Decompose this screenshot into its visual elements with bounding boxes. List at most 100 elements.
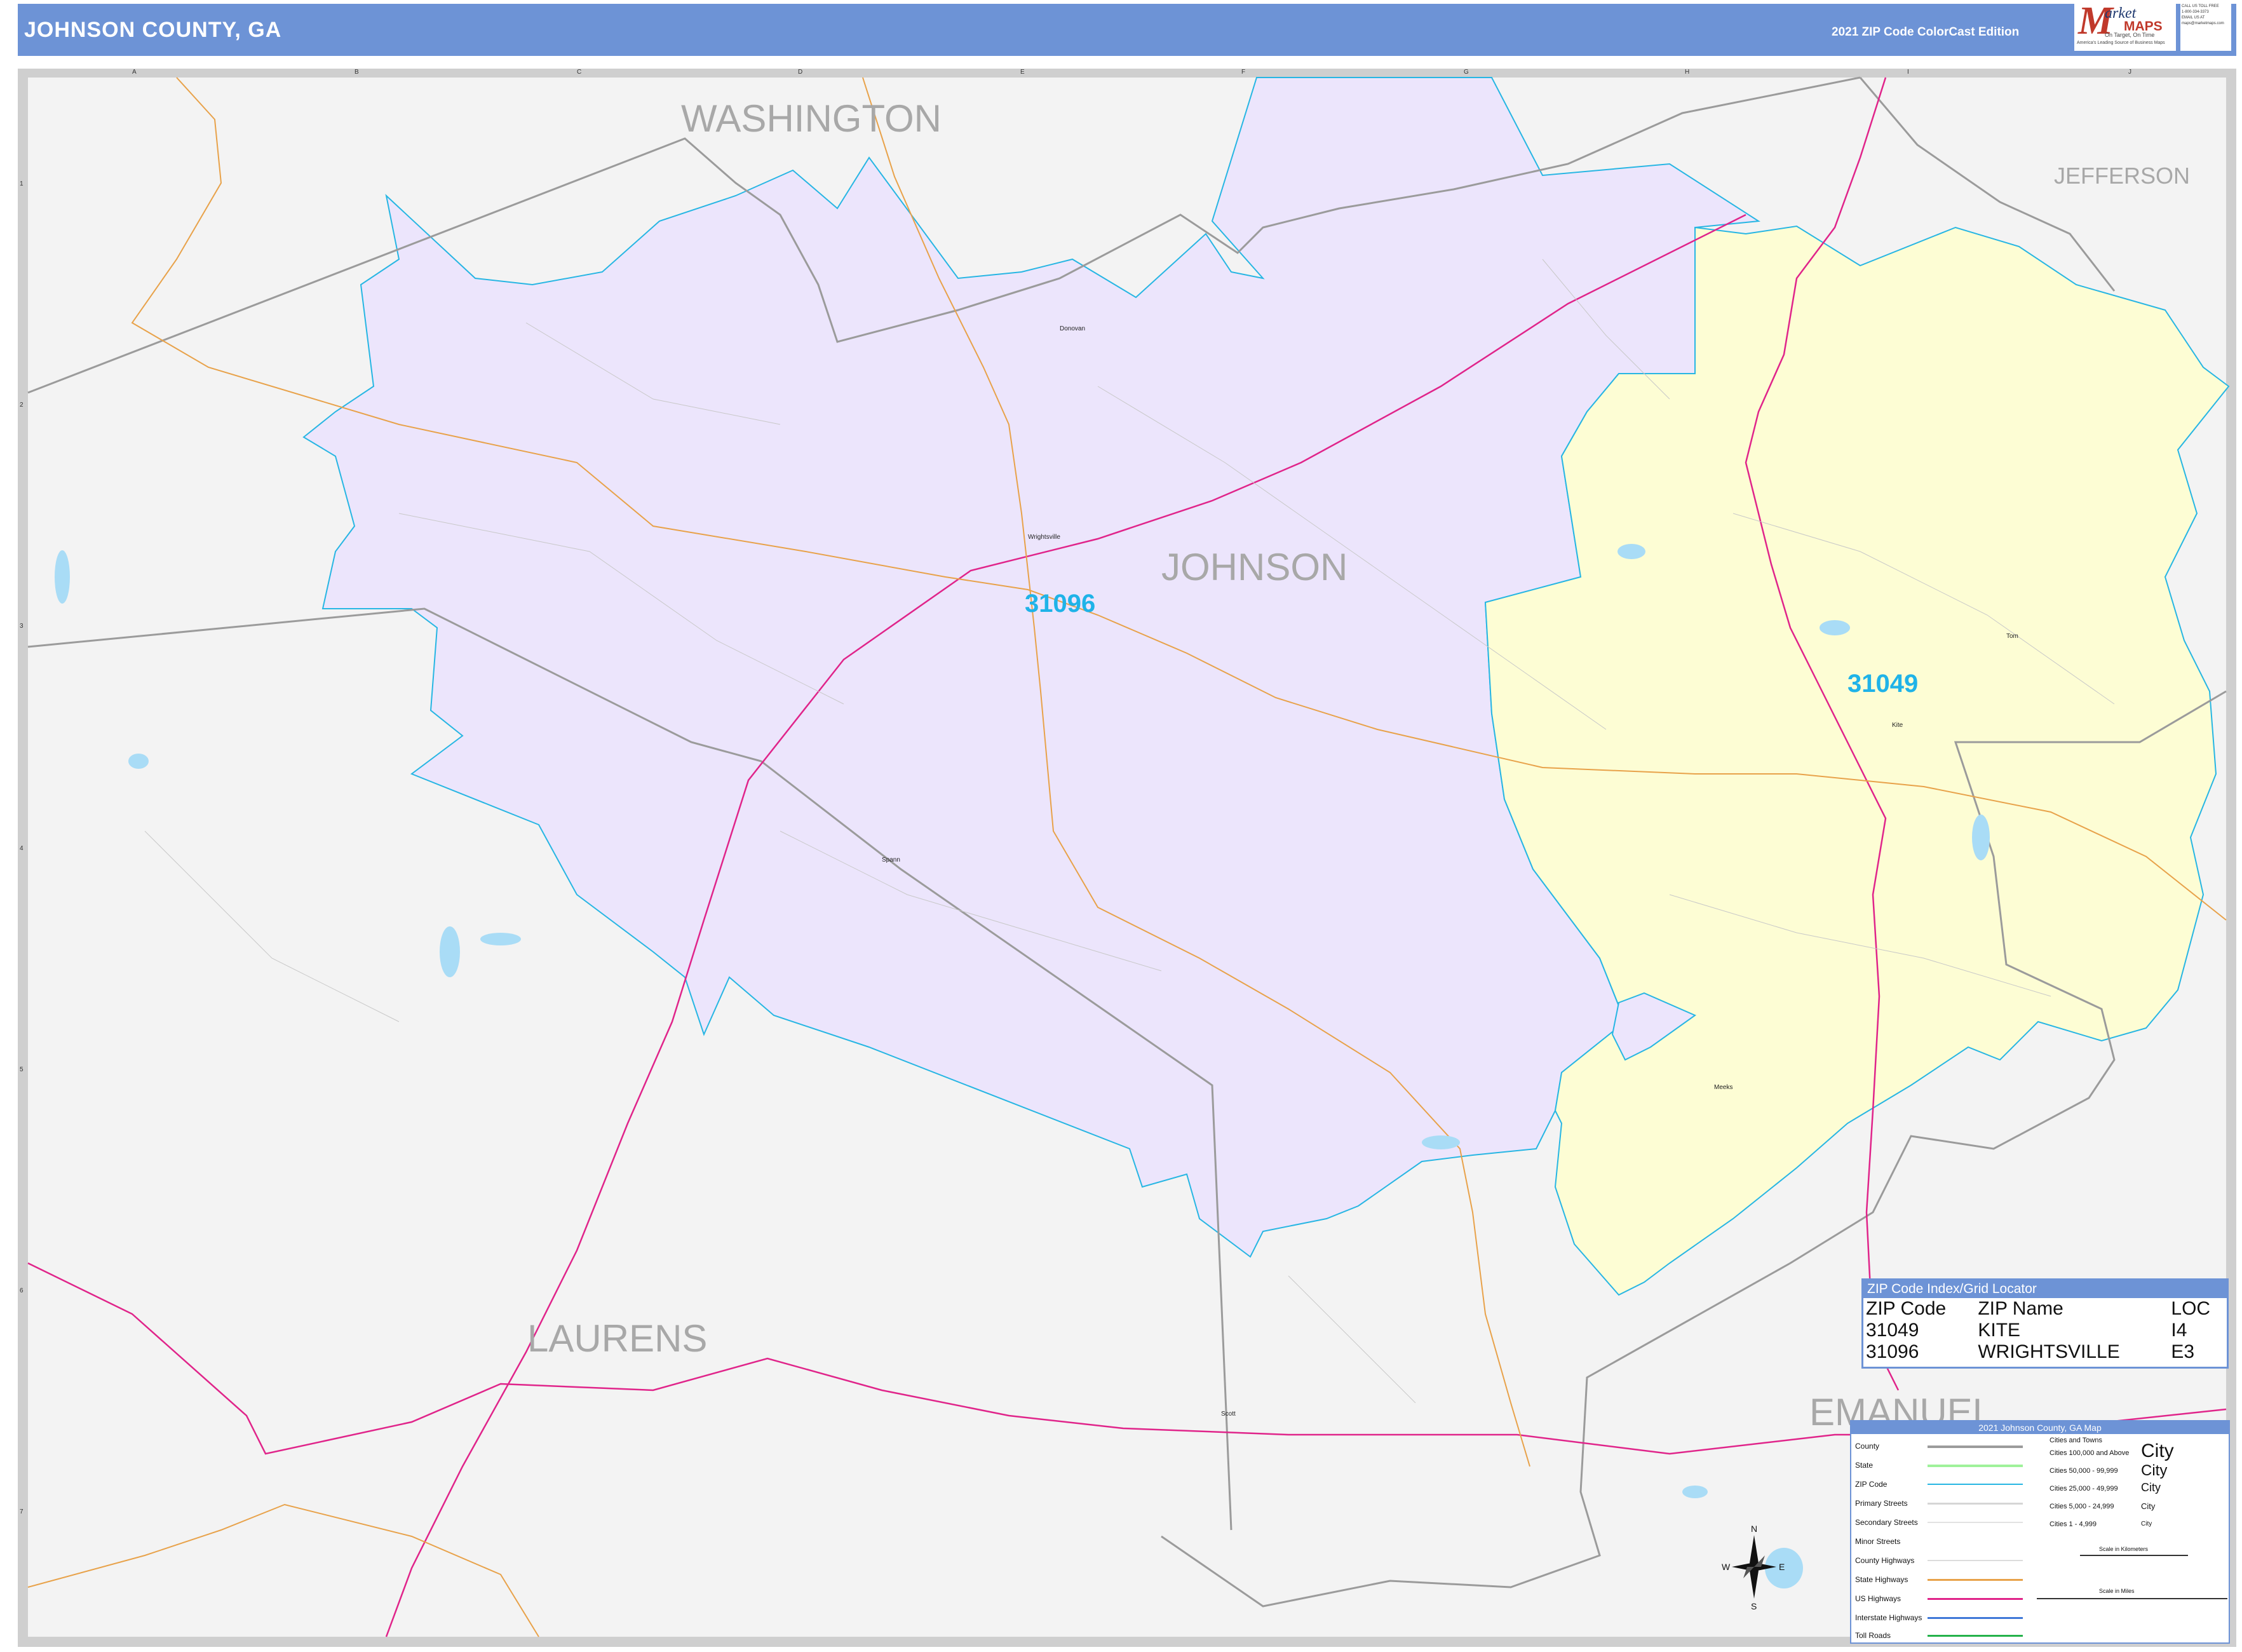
map-legend: 2021 Johnson County, GA Map County State…	[1850, 1420, 2230, 1644]
grid-col-j: J	[2128, 69, 2131, 76]
legend-cities-header: Cities and Towns	[2050, 1437, 2102, 1444]
edition-label: 2021 ZIP Code ColorCast Edition	[1832, 25, 2020, 39]
table-header-row: ZIP Code ZIP Name LOC	[1863, 1298, 2227, 1320]
legend-scale-km: Scale in Kilometers	[2099, 1546, 2149, 1552]
legend-city-sample: City	[2141, 1520, 2152, 1527]
legend-county-hwy: County Highways	[1855, 1556, 1915, 1565]
legend-zip: ZIP Code	[1855, 1480, 1887, 1489]
table-cell: I4	[2171, 1320, 2187, 1341]
table-header-cell: ZIP Code	[1866, 1298, 1947, 1319]
logo-tagline: On Target, On Time	[2105, 32, 2155, 38]
legend-county-swatch	[1928, 1446, 2023, 1448]
table-cell: E3	[2171, 1341, 2195, 1362]
grid-col-a: A	[132, 69, 137, 76]
legend-city-sample: City	[2141, 1462, 2168, 1479]
grid-col-i: I	[1907, 69, 1909, 76]
legend-scale-mi: Scale in Miles	[2099, 1588, 2135, 1594]
legend-city-size: Cities 1 - 4,999	[2050, 1520, 2097, 1528]
table-row[interactable]: 31049 KITE I4	[1863, 1320, 2227, 1341]
place-label-tom: Tom	[2006, 633, 2018, 640]
logo-subline: America's Leading Source of Business Map…	[2077, 41, 2165, 45]
legend-city-size: Cities 50,000 - 99,999	[2050, 1467, 2118, 1475]
legend-state: State	[1855, 1461, 1874, 1470]
grid-col-b: B	[355, 69, 359, 76]
place-label-meeks: Meeks	[1714, 1084, 1733, 1091]
legend-minor: Minor Streets	[1855, 1537, 1901, 1546]
zip-index-box: ZIP Code Index/Grid Locator ZIP Code ZIP…	[1861, 1278, 2229, 1369]
table-cell: 31049	[1866, 1320, 1919, 1341]
scale-bar-mi	[2037, 1598, 2227, 1602]
legend-secondary-swatch	[1928, 1522, 2023, 1523]
legend-city-size: Cities 100,000 and Above	[2050, 1449, 2130, 1457]
zip-label-31096[interactable]: 31096	[1025, 590, 1095, 618]
map-frame[interactable]: WASHINGTON JOHNSON JEFFERSON LAURENS EMA…	[18, 69, 2236, 1647]
header-bar: JOHNSON COUNTY, GA 2021 ZIP Code ColorCa…	[18, 4, 2236, 56]
contact-line: 1-800-334-3373	[2182, 10, 2209, 14]
table-cell: 31096	[1866, 1341, 1919, 1362]
legend-us-hwy: US Highways	[1855, 1594, 1901, 1603]
scale-bar-km	[2080, 1555, 2188, 1559]
compass-rose-icon	[1732, 1535, 1776, 1599]
grid-row-5: 5	[20, 1066, 24, 1073]
legend-county: County	[1855, 1442, 1880, 1451]
legend-toll: Toll Roads	[1855, 1631, 1891, 1640]
legend-secondary: Secondary Streets	[1855, 1518, 1918, 1527]
grid-row-3: 3	[20, 623, 24, 630]
market-maps-logo: M arket MAPS On Target, On Time America'…	[2074, 0, 2176, 51]
compass-w: W	[1722, 1562, 1731, 1572]
zip-label-31049[interactable]: 31049	[1847, 670, 1918, 698]
table-header-cell: LOC	[2171, 1298, 2211, 1319]
contact-line: CALL US TOLL FREE	[2182, 4, 2219, 8]
table-cell: WRIGHTSVILLE	[1978, 1341, 2120, 1362]
legend-city-sample: City	[2141, 1440, 2174, 1461]
grid-col-c: C	[577, 69, 582, 76]
legend-interstate: Interstate Highways	[1855, 1613, 1922, 1622]
grid-col-f: F	[1241, 69, 1246, 76]
place-label-donovan: Donovan	[1060, 325, 1086, 332]
map-title: JOHNSON COUNTY, GA	[24, 18, 282, 42]
contact-box: CALL US TOLL FREE 1-800-334-3373 EMAIL U…	[2180, 3, 2231, 51]
zip-index-title: ZIP Code Index/Grid Locator	[1863, 1280, 2227, 1298]
grid-col-h: H	[1685, 69, 1690, 76]
place-label-scott: Scott	[1221, 1411, 1236, 1418]
legend-toll-swatch	[1928, 1635, 2023, 1637]
compass-n: N	[1751, 1524, 1758, 1534]
place-label-kite: Kite	[1892, 722, 1903, 729]
grid-row-4: 4	[20, 845, 24, 852]
compass-rose: N S W E	[1722, 1524, 1785, 1613]
legend-state-swatch	[1928, 1465, 2023, 1467]
legend-state-hwy: State Highways	[1855, 1575, 1908, 1584]
legend-state-hwy-swatch	[1928, 1579, 2023, 1581]
grid-row-1: 1	[20, 180, 24, 187]
place-label-wrightsville: Wrightsville	[1028, 534, 1060, 541]
county-label-laurens: LAURENS	[527, 1317, 708, 1360]
grid-col-e: E	[1020, 69, 1025, 76]
grid-row-2: 2	[20, 402, 24, 409]
table-cell: KITE	[1978, 1320, 2021, 1341]
county-label-jefferson: JEFFERSON	[2054, 163, 2191, 189]
grid-col-d: D	[798, 69, 803, 76]
legend-us-hwy-swatch	[1928, 1598, 2023, 1600]
map-page: JOHNSON COUNTY, GA 2021 ZIP Code ColorCa…	[0, 0, 2242, 1652]
county-label-johnson: JOHNSON	[1161, 546, 1348, 588]
table-row[interactable]: 31096 WRIGHTSVILLE E3	[1863, 1341, 2227, 1363]
legend-primary: Primary Streets	[1855, 1499, 1908, 1508]
legend-title: 2021 Johnson County, GA Map	[1851, 1421, 2229, 1434]
legend-primary-swatch	[1928, 1503, 2023, 1505]
legend-zip-swatch	[1928, 1484, 2023, 1485]
legend-city-size: Cities 5,000 - 24,999	[2050, 1503, 2114, 1510]
contact-line: EMAIL US AT	[2182, 16, 2205, 20]
legend-city-sample: City	[2141, 1481, 2161, 1494]
zip-index-table: ZIP Code ZIP Name LOC 31049 KITE I4 3109…	[1863, 1298, 2227, 1363]
grid-row-7: 7	[20, 1508, 24, 1515]
compass-e: E	[1779, 1562, 1785, 1572]
table-header-cell: ZIP Name	[1978, 1298, 2063, 1319]
county-label-washington: WASHINGTON	[681, 97, 942, 140]
legend-city-size: Cities 25,000 - 49,999	[2050, 1485, 2118, 1493]
legend-city-sample: City	[2141, 1501, 2156, 1511]
contact-line: maps@marketmaps.com	[2182, 22, 2224, 25]
compass-s: S	[1751, 1601, 1757, 1611]
legend-county-hwy-swatch	[1928, 1560, 2023, 1561]
grid-row-6: 6	[20, 1287, 24, 1294]
grid-col-g: G	[1464, 69, 1469, 76]
